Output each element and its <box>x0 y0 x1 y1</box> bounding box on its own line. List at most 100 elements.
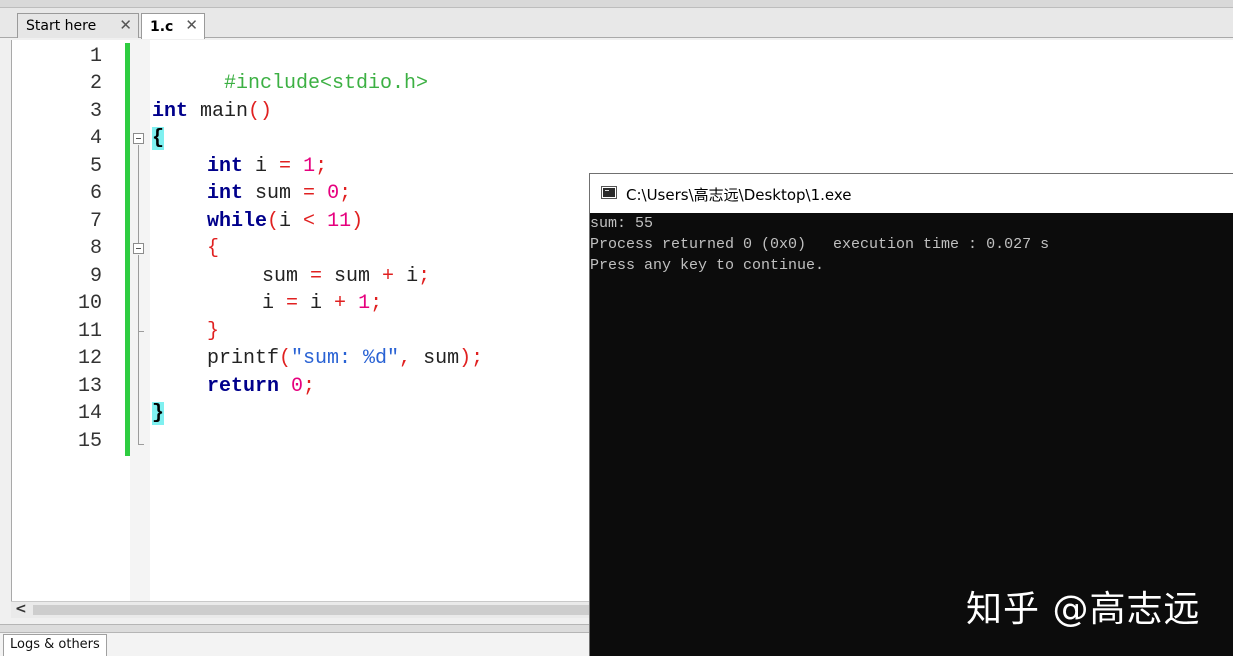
line-number: 9 <box>89 265 102 288</box>
keyword: while <box>207 210 268 233</box>
keyword: return <box>207 375 280 398</box>
fold-guide <box>138 255 139 331</box>
number-literal: 0 <box>327 182 340 205</box>
punctuation: ) <box>459 347 472 370</box>
line-number: 6 <box>89 182 102 205</box>
logs-panel: Logs & others <box>0 632 589 656</box>
punctuation: ) <box>351 210 364 233</box>
editor-tab-bar: Start here ✕ 1.c ✕ <box>0 8 1233 39</box>
code-line-12: printf("sum: %d", sum); <box>207 345 483 372</box>
preprocessor-directive: #include<stdio.h> <box>224 72 429 95</box>
console-title-bar[interactable]: C:\Users\高志远\Desktop\1.exe <box>590 174 1233 213</box>
code-line-4: { <box>152 125 165 152</box>
number-literal: 1 <box>358 292 371 315</box>
scroll-left-arrow-icon[interactable]: < <box>15 601 27 617</box>
punctuation: , <box>399 347 412 370</box>
identifier: i <box>394 265 419 288</box>
identifier: sum <box>243 182 304 205</box>
fold-guide <box>138 145 139 248</box>
line-number: 8 <box>89 237 102 260</box>
number-literal: 11 <box>327 210 352 233</box>
console-line: Process returned 0 (0x0) execution time … <box>590 236 1050 253</box>
operator: = <box>279 155 292 178</box>
tab-label: Start here <box>26 18 97 34</box>
horizontal-scrollbar[interactable]: < <box>11 601 589 618</box>
code-line-6: int sum = 0; <box>207 180 351 207</box>
line-number: 10 <box>77 292 102 315</box>
code-line-8: { <box>207 235 219 262</box>
scrollbar-thumb[interactable] <box>33 605 589 615</box>
identifier: i <box>298 292 335 315</box>
operator: = <box>286 292 299 315</box>
watermark: 知乎 @高志远 <box>966 589 1201 630</box>
punctuation: ( <box>279 347 292 370</box>
code-line-7: while(i < 11) <box>207 208 363 235</box>
operator: = <box>310 265 323 288</box>
fold-margin <box>130 40 150 604</box>
tab-1c[interactable]: 1.c ✕ <box>141 13 205 39</box>
code-line-1: #include<stdio.h> <box>152 43 428 95</box>
fold-toggle-icon[interactable] <box>133 243 144 254</box>
line-number: 12 <box>77 347 102 370</box>
tab-start-here[interactable]: Start here ✕ <box>17 13 139 38</box>
line-number: 4 <box>89 127 102 150</box>
matched-brace: { <box>152 127 165 150</box>
number-literal: 1 <box>303 155 316 178</box>
line-number: 1 <box>89 45 102 68</box>
line-number: 13 <box>77 375 102 398</box>
console-app-icon <box>601 186 617 199</box>
line-number: 2 <box>89 72 102 95</box>
identifier: sum <box>411 347 460 370</box>
line-number: 7 <box>89 210 102 233</box>
fold-toggle-icon[interactable] <box>133 133 144 144</box>
console-title: C:\Users\高志远\Desktop\1.exe <box>626 186 852 204</box>
line-number-gutter: 1 2 3 4 5 6 7 8 9 10 11 12 13 14 15 <box>12 40 125 604</box>
brace: } <box>207 320 220 343</box>
tab-logs-and-others[interactable]: Logs & others <box>3 634 107 656</box>
code-line-10: i = i + 1; <box>262 290 382 317</box>
console-line: Press any key to continue. <box>590 257 825 274</box>
close-icon[interactable]: ✕ <box>119 16 132 34</box>
matched-brace: } <box>152 402 165 425</box>
close-icon[interactable]: ✕ <box>185 16 198 34</box>
console-line: sum: 55 <box>590 215 654 232</box>
keyword: int <box>152 100 189 123</box>
operator: + <box>382 265 395 288</box>
string-literal: "sum: %d" <box>291 347 400 370</box>
code-line-5: int i = 1; <box>207 153 327 180</box>
number-literal: 0 <box>291 375 304 398</box>
code-line-3: int main() <box>152 98 272 125</box>
fold-guide <box>138 331 139 444</box>
punctuation: ; <box>418 265 431 288</box>
punctuation: ; <box>315 155 328 178</box>
keyword: int <box>207 182 244 205</box>
line-number: 14 <box>77 402 102 425</box>
punctuation: () <box>248 100 273 123</box>
line-number: 15 <box>77 430 102 453</box>
identifier: main <box>188 100 249 123</box>
identifier: sum <box>322 265 383 288</box>
code-line-13: return 0; <box>207 373 315 400</box>
keyword: int <box>207 155 244 178</box>
brace: { <box>207 237 220 260</box>
operator: = <box>303 182 316 205</box>
code-line-9: sum = sum + i; <box>262 263 430 290</box>
punctuation: ; <box>471 347 484 370</box>
punctuation: ; <box>303 375 316 398</box>
identifier: sum <box>262 265 311 288</box>
identifier: i <box>243 155 280 178</box>
identifier: i <box>262 292 287 315</box>
punctuation: ; <box>339 182 352 205</box>
line-number: 11 <box>77 320 102 343</box>
function-name: printf <box>207 347 280 370</box>
fold-end-marker <box>138 444 144 445</box>
top-toolbar-strip <box>0 0 1233 8</box>
punctuation: ( <box>267 210 280 233</box>
punctuation: ; <box>370 292 383 315</box>
identifier: i <box>279 210 304 233</box>
operator: < <box>303 210 316 233</box>
code-line-11: } <box>207 318 219 345</box>
operator: + <box>334 292 347 315</box>
tab-label: 1.c <box>150 18 174 35</box>
line-number: 5 <box>89 155 102 178</box>
